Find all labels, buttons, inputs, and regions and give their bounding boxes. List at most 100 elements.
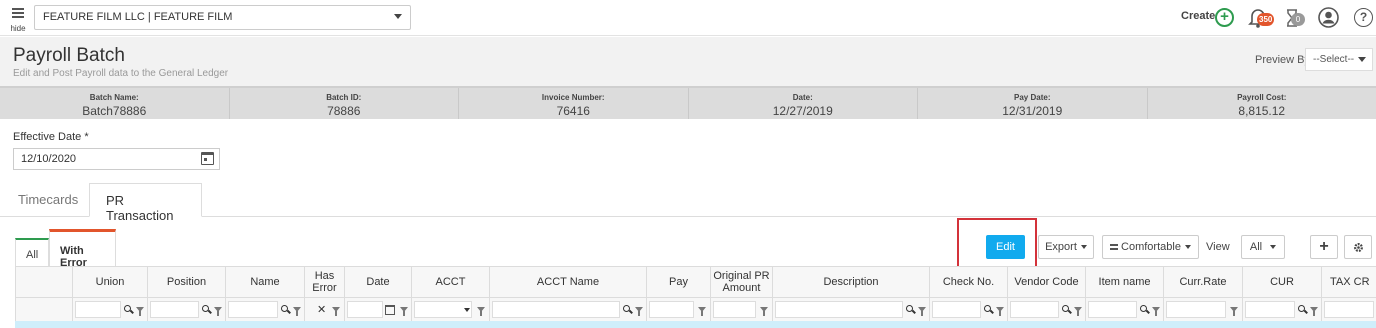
column-header[interactable]: Union (73, 266, 148, 297)
summary-label: Payroll Cost: (1237, 93, 1287, 102)
search-icon[interactable] (906, 305, 913, 312)
column-header[interactable]: CUR (1243, 266, 1322, 297)
filter-icon[interactable] (1074, 307, 1082, 316)
hide-label: hide (10, 24, 26, 33)
settings-button[interactable] (1344, 235, 1372, 259)
vendor-code-filter (1008, 297, 1086, 321)
create-label[interactable]: Create (1181, 10, 1215, 22)
filter-icon[interactable] (400, 307, 408, 316)
filter-icon[interactable] (760, 307, 768, 316)
search-icon[interactable] (281, 305, 288, 312)
calendar-icon[interactable] (385, 305, 395, 315)
page-header: Payroll Batch Edit and Post Payroll data… (0, 37, 1376, 86)
column-header[interactable]: ACCT Name (490, 266, 647, 297)
filter-icon[interactable] (214, 307, 222, 316)
export-button[interactable]: Export (1038, 235, 1094, 259)
search-icon[interactable] (1140, 305, 1147, 312)
filter-icon[interactable] (1152, 307, 1160, 316)
column-header[interactable]: Description (773, 266, 930, 297)
filter-icon[interactable] (996, 307, 1004, 316)
create-plus-icon[interactable]: + (1215, 8, 1234, 27)
filter-input[interactable] (150, 301, 199, 318)
search-icon[interactable] (202, 305, 209, 312)
filter-input[interactable] (1324, 301, 1374, 318)
add-row-button[interactable]: + (1310, 235, 1338, 259)
summary-label: Batch Name: (89, 93, 139, 102)
chevron-down-icon (1358, 57, 1366, 62)
filter-icon[interactable] (136, 307, 144, 316)
filter-input[interactable] (347, 301, 383, 318)
summary-payroll-cost: Payroll Cost: 8,815.12 (1148, 88, 1376, 119)
help-icon[interactable]: ? (1354, 8, 1373, 27)
filter-input[interactable] (492, 301, 620, 318)
filter-input[interactable] (228, 301, 278, 318)
filter-icon[interactable] (918, 307, 926, 316)
effective-date-input[interactable]: 12/10/2020 (13, 148, 220, 170)
edit-button[interactable]: Edit (986, 235, 1025, 259)
filter-input[interactable] (75, 301, 121, 318)
filter-input[interactable] (775, 301, 903, 318)
column-header[interactable]: Name (226, 266, 305, 297)
column-header[interactable]: Vendor Code (1008, 266, 1086, 297)
filter-icon[interactable] (635, 307, 643, 316)
column-header[interactable]: Has Error (305, 266, 345, 297)
filter-input[interactable] (1010, 301, 1059, 318)
search-icon[interactable] (623, 305, 630, 312)
table-row[interactable] (15, 321, 1376, 328)
tax-cr-filter (1322, 297, 1376, 321)
column-header[interactable]: Check No. (930, 266, 1008, 297)
hide-menu-button[interactable]: hide (6, 6, 30, 33)
column-header[interactable]: Original PR Amount (711, 266, 773, 297)
subtab-all[interactable]: All (15, 238, 49, 266)
summary-value: 12/27/2019 (772, 104, 833, 118)
user-avatar-icon[interactable] (1318, 7, 1339, 28)
top-bar: hide FEATURE FILM LLC | FEATURE FILM Cre… (0, 0, 1376, 36)
search-icon[interactable] (1298, 305, 1305, 312)
calendar-icon[interactable] (201, 152, 214, 165)
filter-input[interactable] (1245, 301, 1295, 318)
summary-pay-date: Pay Date: 12/31/2019 (918, 88, 1148, 119)
position-filter (148, 297, 226, 321)
filter-input[interactable] (1088, 301, 1137, 318)
company-select[interactable]: FEATURE FILM LLC | FEATURE FILM (34, 5, 411, 30)
preview-by-select[interactable]: --Select-- (1305, 48, 1373, 71)
filter-icon[interactable] (477, 307, 485, 316)
column-header[interactable]: Date (345, 266, 412, 297)
filter-input[interactable] (932, 301, 981, 318)
check-no-filter (930, 297, 1008, 321)
export-label: Export (1045, 241, 1077, 253)
transactions-grid-header: Union Position Name Has Error ✕ Date ACC… (15, 266, 1376, 328)
column-header[interactable]: TAX CR (1322, 266, 1376, 297)
filter-icon[interactable] (293, 307, 301, 316)
column-header[interactable]: Pay (647, 266, 711, 297)
tab-divider (0, 216, 1376, 217)
close-icon[interactable]: ✕ (317, 305, 326, 316)
subtab-with-error[interactable]: With Error (49, 229, 116, 269)
search-icon[interactable] (984, 305, 991, 312)
search-icon[interactable] (1062, 305, 1069, 312)
filter-icon[interactable] (698, 307, 706, 316)
filter-input[interactable] (713, 301, 756, 318)
column-header[interactable]: ACCT (412, 266, 490, 297)
tab-timecards[interactable]: Timecards (2, 183, 94, 217)
tab-pr-transaction[interactable]: PR Transaction (89, 183, 202, 223)
view-select[interactable]: All (1241, 235, 1285, 259)
view-label: View (1206, 241, 1230, 253)
search-icon[interactable] (124, 305, 131, 312)
description-filter (773, 297, 930, 321)
filter-icon[interactable] (1310, 307, 1318, 316)
density-button[interactable]: Comfortable (1102, 235, 1199, 259)
filter-icon[interactable] (1230, 307, 1238, 316)
menu-icon (12, 8, 24, 18)
filter-input[interactable] (649, 301, 694, 318)
company-value: FEATURE FILM LLC | FEATURE FILM (43, 11, 233, 23)
filter-input[interactable] (1166, 301, 1226, 318)
column-header[interactable]: Position (148, 266, 226, 297)
summary-label: Pay Date: (1014, 93, 1051, 102)
curr-rate-filter (1164, 297, 1243, 321)
filter-icon[interactable] (332, 307, 340, 316)
column-header[interactable]: Curr.Rate (1164, 266, 1243, 297)
summary-value: 8,815.12 (1238, 104, 1286, 118)
column-header[interactable]: Item name (1086, 266, 1164, 297)
chevron-down-icon (1270, 245, 1277, 250)
